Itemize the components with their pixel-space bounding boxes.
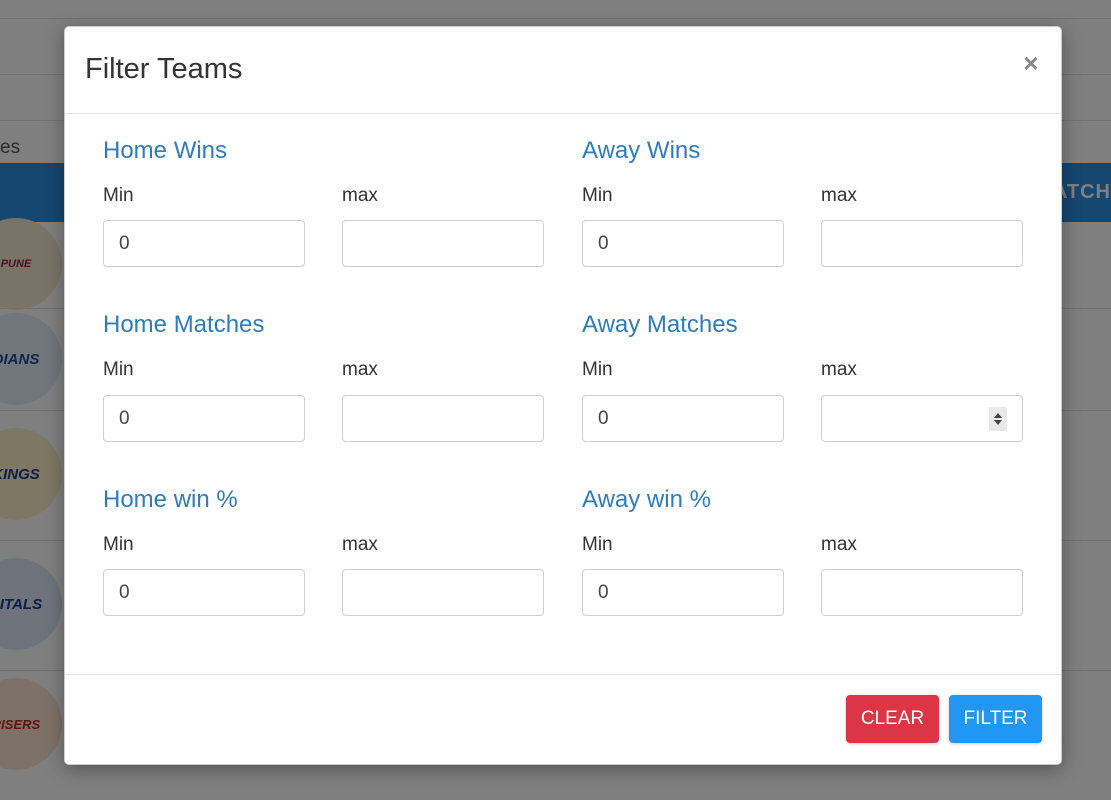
group-title: Away Wins bbox=[582, 137, 701, 164]
filter-button[interactable]: FILTER bbox=[949, 695, 1042, 743]
max-label: max bbox=[342, 185, 378, 206]
home-win-pct-max-input[interactable] bbox=[342, 569, 544, 616]
group-title: Home Matches bbox=[103, 311, 265, 338]
group-title: Away win % bbox=[582, 486, 711, 513]
home-wins-min-input[interactable] bbox=[103, 220, 305, 267]
spinner-down-icon[interactable] bbox=[994, 420, 1002, 425]
modal-body: Home Wins Min max Away Wins Min max Home… bbox=[65, 114, 1061, 676]
filter-teams-modal: Filter Teams × Home Wins Min max Away Wi… bbox=[64, 26, 1062, 765]
group-title: Home Wins bbox=[103, 137, 228, 164]
clear-button[interactable]: CLEAR bbox=[846, 695, 939, 743]
min-label: Min bbox=[582, 185, 613, 206]
min-label: Min bbox=[103, 185, 134, 206]
home-matches-max-input[interactable] bbox=[342, 395, 544, 442]
home-wins-max-input[interactable] bbox=[342, 220, 544, 267]
number-spinner-icon[interactable] bbox=[989, 407, 1007, 431]
max-label: max bbox=[821, 534, 857, 555]
away-win-pct-min-input[interactable] bbox=[582, 569, 784, 616]
modal-footer: CLEAR FILTER bbox=[65, 674, 1061, 764]
min-label: Min bbox=[582, 359, 613, 380]
home-win-pct-min-input[interactable] bbox=[103, 569, 305, 616]
modal-header: Filter Teams × bbox=[65, 27, 1061, 114]
max-label: max bbox=[342, 534, 378, 555]
away-matches-min-input[interactable] bbox=[582, 395, 784, 442]
min-label: Min bbox=[103, 359, 134, 380]
group-title: Away Matches bbox=[582, 311, 738, 338]
max-label: max bbox=[821, 185, 857, 206]
away-wins-max-input[interactable] bbox=[821, 220, 1023, 267]
max-label: max bbox=[821, 359, 857, 380]
modal-title: Filter Teams bbox=[85, 53, 243, 85]
min-label: Min bbox=[582, 534, 613, 555]
max-label: max bbox=[342, 359, 378, 380]
close-icon[interactable]: × bbox=[1019, 49, 1043, 77]
away-win-pct-max-input[interactable] bbox=[821, 569, 1023, 616]
spinner-up-icon[interactable] bbox=[994, 413, 1002, 418]
home-matches-min-input[interactable] bbox=[103, 395, 305, 442]
group-title: Home win % bbox=[103, 486, 238, 513]
away-wins-min-input[interactable] bbox=[582, 220, 784, 267]
min-label: Min bbox=[103, 534, 134, 555]
